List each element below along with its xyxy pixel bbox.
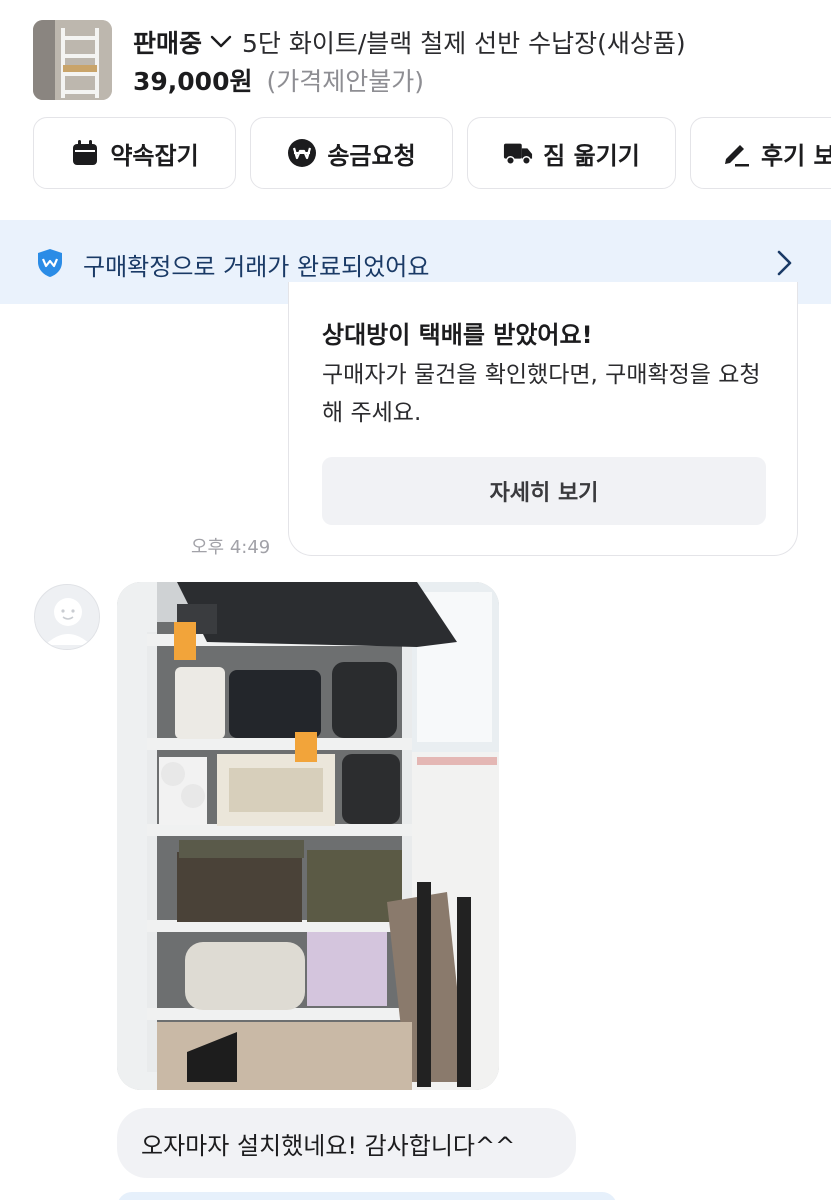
pencil-icon (721, 138, 751, 168)
product-thumbnail[interactable] (33, 20, 112, 100)
truck-icon (503, 138, 533, 168)
shield-icon (36, 248, 64, 278)
chat-message-text: 오자마자 설치했네요! 감사합니다^^ (141, 1131, 516, 1160)
card-title: 상대방이 택배를 받았어요! (322, 321, 593, 349)
price-note: (가격제안불가) (266, 67, 424, 96)
product-header[interactable]: 판매중 5단 화이트/블랙 철제 선반 수납장(새상품) 39,000원 (가격… (0, 0, 831, 112)
product-price: 39,000원 (133, 67, 253, 96)
banner-text: 구매확정으로 거래가 완료되었어요 (83, 253, 430, 281)
view-details-button[interactable]: 자세히 보기 (322, 457, 766, 525)
chat-message-bubble[interactable]: 오자마자 설치했네요! 감사합니다^^ (117, 1108, 576, 1178)
card-description: 구매자가 물건을 확인했다면, 구매확정을 요청해 주세요. (322, 362, 761, 426)
action-buttons: 약속잡기 송금요청 짐 옮기기 후기 보 (33, 117, 831, 189)
make-appointment-label: 약속잡기 (110, 141, 199, 170)
avatar[interactable] (34, 584, 100, 650)
delivery-received-card: 상대방이 택배를 받았어요! 구매자가 물건을 확인했다면, 구매확정을 요청해… (288, 282, 798, 556)
message-timestamp: 오후 4:49 (191, 537, 271, 558)
next-message-bubble[interactable] (117, 1192, 617, 1200)
sale-status[interactable]: 판매중 (133, 24, 202, 60)
product-title: 5단 화이트/블랙 철제 선반 수납장(새상품) (242, 29, 686, 58)
won-coin-icon (287, 138, 317, 168)
make-appointment-button[interactable]: 약속잡기 (33, 117, 236, 189)
chevron-right-icon[interactable] (770, 248, 798, 278)
shared-photo[interactable] (117, 582, 499, 1090)
write-review-label: 후기 보 (761, 141, 831, 170)
request-transfer-label: 송금요청 (327, 141, 416, 170)
request-transfer-button[interactable]: 송금요청 (250, 117, 453, 189)
move-luggage-label: 짐 옮기기 (543, 141, 640, 170)
move-luggage-button[interactable]: 짐 옮기기 (467, 117, 676, 189)
write-review-button[interactable]: 후기 보 (690, 117, 831, 189)
chevron-down-icon[interactable] (210, 31, 232, 53)
calendar-icon (70, 138, 100, 168)
